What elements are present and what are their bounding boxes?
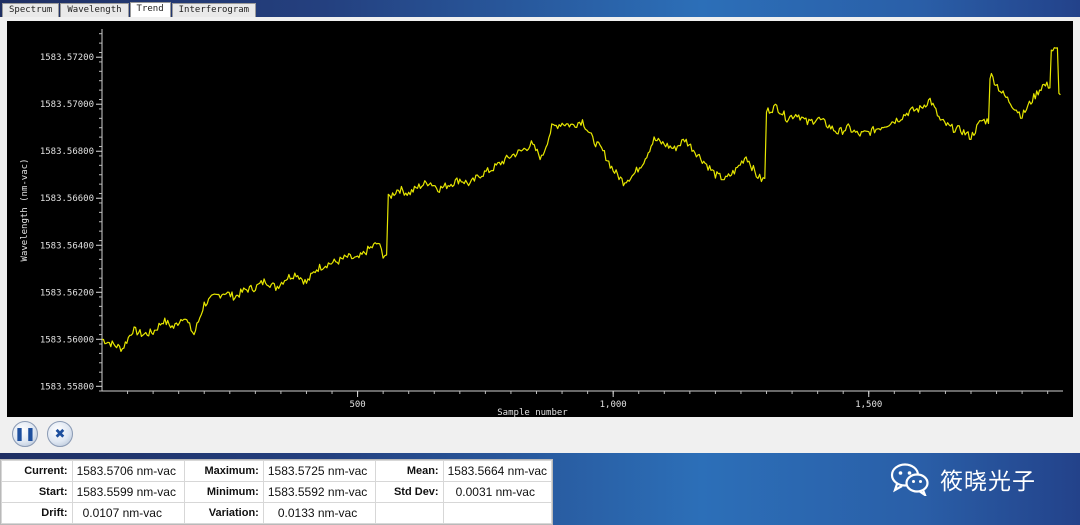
y-tick-label: 1583.56400 [40, 241, 94, 251]
empty-cell [442, 502, 553, 524]
tab-bar: Spectrum Wavelength Trend Interferogram [2, 2, 257, 18]
y-tick-label: 1583.56800 [40, 147, 94, 157]
tab-interferogram[interactable]: Interferogram [171, 3, 257, 17]
watermark: 筱晓光子 [890, 462, 1036, 496]
statistics-table: Current: 1583.5706 nm-vac Maximum: 1583.… [0, 459, 553, 525]
wechat-icon [890, 463, 929, 496]
drift-label: Drift: [1, 502, 73, 524]
current-label: Current: [1, 460, 73, 482]
trend-chart: 1583.55800 1583.56000 1583.56200 1583.56400… [20, 29, 1063, 417]
y-tick-label: 1583.56000 [40, 335, 94, 345]
drift-value: 0.0107 nm-vac [71, 502, 185, 524]
x-tick-label: 1,000 [600, 400, 627, 410]
stop-x-icon: ✖ [54, 426, 66, 442]
trend-series-line [101, 47, 1061, 352]
stddev-label: Std Dev: [374, 481, 444, 503]
pause-button[interactable]: ❚❚ [12, 421, 38, 447]
x-tick-label: 500 [349, 400, 365, 410]
minimum-label: Minimum: [183, 481, 264, 503]
maximum-value: 1583.5725 nm-vac [262, 460, 376, 482]
start-value: 1583.5599 nm-vac [71, 481, 185, 503]
trend-panel: 1583.55800 1583.56000 1583.56200 1583.56400… [0, 17, 1080, 453]
y-tick-label: 1583.56200 [40, 288, 94, 298]
y-tick-label: 1583.56600 [40, 194, 94, 204]
y-tick-label: 1583.57200 [40, 53, 94, 63]
variation-label: Variation: [183, 502, 264, 524]
mean-label: Mean: [374, 460, 444, 482]
variation-value: 0.0133 nm-vac [262, 502, 376, 524]
start-label: Start: [1, 481, 73, 503]
minimum-value: 1583.5592 nm-vac [262, 481, 376, 503]
plot-area: 1583.55800 1583.56000 1583.56200 1583.56400… [7, 21, 1073, 417]
empty-cell [374, 502, 444, 524]
current-value: 1583.5706 nm-vac [71, 460, 185, 482]
x-tick-label: 1,500 [855, 400, 882, 410]
y-tick-label: 1583.55800 [40, 382, 94, 392]
maximum-label: Maximum: [183, 460, 264, 482]
mean-value: 1583.5664 nm-vac [442, 460, 553, 482]
y-tick-label: 1583.57000 [40, 100, 94, 110]
tab-spectrum[interactable]: Spectrum [2, 3, 60, 17]
stop-button[interactable]: ✖ [47, 421, 73, 447]
x-axis-label: Sample number [497, 408, 568, 417]
y-axis-label: Wavelength (nm-vac) [20, 159, 30, 262]
watermark-name: 筱晓光子 [940, 469, 1036, 495]
tab-trend[interactable]: Trend [129, 2, 171, 18]
tab-wavelength[interactable]: Wavelength [60, 3, 129, 17]
pause-icon: ❚❚ [14, 426, 36, 442]
stddev-value: 0.0031 nm-vac [442, 481, 553, 503]
